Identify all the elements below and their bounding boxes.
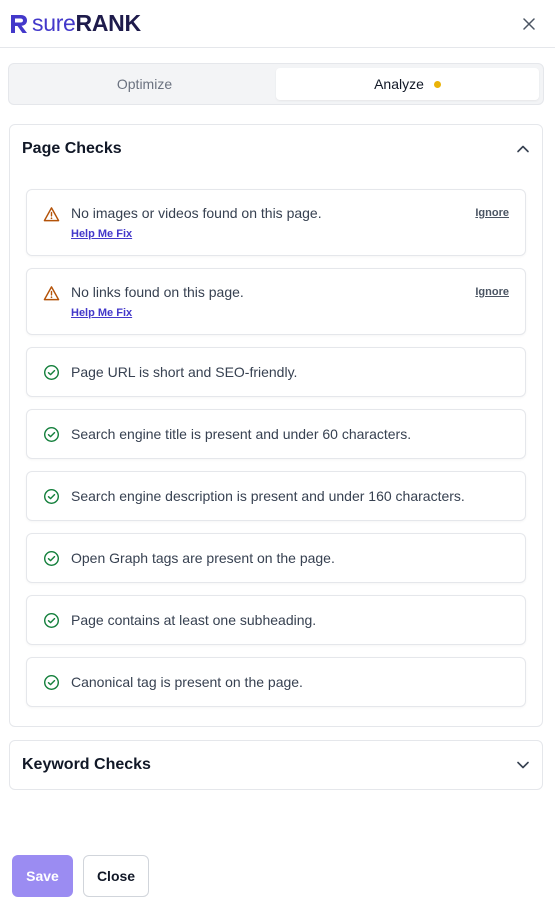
tab-optimize[interactable]: Optimize (13, 68, 276, 100)
logo-word-rank: RANK (75, 10, 142, 36)
ignore-link[interactable]: Ignore (475, 286, 509, 298)
check-item-text: No links found on this page. (71, 284, 244, 300)
keyword-checks-toggle[interactable]: Keyword Checks (10, 741, 542, 789)
tab-analyze-label: Analyze (374, 76, 424, 92)
page-checks-list: No images or videos found on this page. … (10, 173, 542, 726)
close-panel-button[interactable] (520, 15, 538, 33)
check-circle-icon (43, 550, 60, 566)
check-item-warning: No links found on this page. Help Me Fix… (26, 268, 526, 335)
status-dot-icon (433, 80, 441, 88)
check-item-pass: Page contains at least one subheading. (26, 595, 526, 645)
header: sureRANK (0, 0, 555, 48)
check-circle-icon (43, 612, 60, 628)
check-item-text: No images or videos found on this page. (71, 205, 322, 221)
warning-icon (43, 286, 60, 301)
logo-wordmark: sureRANK (32, 12, 141, 35)
check-item-body: No images or videos found on this page. … (71, 204, 475, 242)
check-item-pass: Page URL is short and SEO-friendly. (26, 347, 526, 397)
tab-analyze[interactable]: Analyze (276, 68, 539, 100)
save-button[interactable]: Save (12, 855, 73, 897)
check-item-text: Page contains at least one subheading. (71, 612, 317, 628)
check-circle-icon (43, 426, 60, 442)
check-circle-icon (43, 364, 60, 380)
check-item-text: Page URL is short and SEO-friendly. (71, 364, 298, 380)
page-checks-title: Page Checks (22, 140, 122, 157)
tab-optimize-label: Optimize (116, 76, 173, 92)
check-item-pass: Search engine title is present and under… (26, 409, 526, 459)
surerank-logo: sureRANK (9, 12, 141, 35)
chevron-down-icon (517, 761, 529, 769)
check-item-text: Search engine title is present and under… (71, 426, 412, 442)
keyword-checks-title: Keyword Checks (22, 756, 151, 773)
check-item-warning: No images or videos found on this page. … (26, 189, 526, 256)
tab-bar: Optimize Analyze (8, 63, 544, 105)
check-item-text: Search engine description is present and… (71, 488, 465, 504)
check-circle-icon (43, 674, 60, 690)
chevron-up-icon (517, 145, 529, 153)
check-item-pass: Open Graph tags are present on the page. (26, 533, 526, 583)
close-icon (523, 17, 535, 30)
help-me-fix-link[interactable]: Help Me Fix (71, 307, 132, 319)
keyword-checks-panel: Keyword Checks (9, 740, 543, 790)
ignore-link[interactable]: Ignore (475, 207, 509, 219)
close-button[interactable]: Close (83, 855, 149, 897)
help-me-fix-link[interactable]: Help Me Fix (71, 228, 132, 240)
check-item-text: Open Graph tags are present on the page. (71, 550, 335, 566)
page-checks-toggle[interactable]: Page Checks (10, 125, 542, 173)
warning-icon (43, 207, 60, 222)
logo-word-sure: sure (32, 10, 76, 36)
check-item-body: No links found on this page. Help Me Fix (71, 283, 475, 321)
page-checks-panel: Page Checks No images or videos found on… (9, 124, 543, 727)
surerank-logo-mark-icon (11, 14, 27, 33)
check-circle-icon (43, 488, 60, 504)
check-item-pass: Canonical tag is present on the page. (26, 657, 526, 707)
check-item-text: Canonical tag is present on the page. (71, 674, 303, 690)
check-item-pass: Search engine description is present and… (26, 471, 526, 521)
